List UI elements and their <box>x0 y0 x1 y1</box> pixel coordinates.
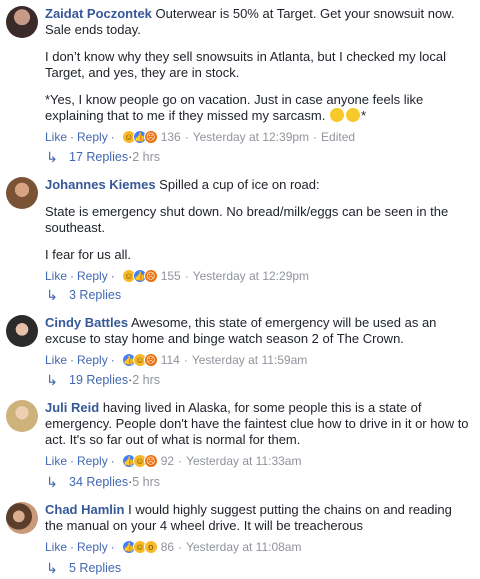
reply-arrow-icon: ↳ <box>46 560 58 576</box>
reaction-count[interactable]: 155 <box>161 269 181 283</box>
timestamp[interactable]: Yesterday at 12:39pm <box>193 130 309 144</box>
timestamp[interactable]: Yesterday at 12:29pm <box>193 269 309 283</box>
replies-time: 2 hrs <box>132 373 161 387</box>
like-button[interactable]: Like <box>45 130 67 144</box>
timestamp[interactable]: Yesterday at 11:59am <box>192 353 307 367</box>
view-replies-link[interactable]: 5 Replies <box>69 561 121 575</box>
timestamp[interactable]: Yesterday at 11:08am <box>186 540 301 554</box>
comment-actions: Like · Reply · ☺ 👍 ☹ 155 · Yesterday at … <box>45 269 310 283</box>
reactions[interactable]: ☺ 👍 ☹ <box>121 269 158 283</box>
reply-arrow-icon: ↳ <box>46 372 58 388</box>
comment-text: Chad Hamlin I would highly suggest putti… <box>45 502 452 533</box>
commenter-name[interactable]: Zaidat Poczontek <box>45 6 152 21</box>
comment-thread: Zaidat Poczontek Outerwear is 50% at Tar… <box>0 0 480 579</box>
replies-row[interactable]: ↳ 17 Replies · 2 hrs <box>45 150 160 164</box>
comment-text: Zaidat Poczontek Outerwear is 50% at Tar… <box>45 6 455 37</box>
comment-text: Juli Reid having lived in Alaska, for so… <box>45 400 469 447</box>
wow-icon: o <box>143 540 158 554</box>
replies-time: 2 hrs <box>132 150 161 164</box>
like-button[interactable]: Like <box>45 454 67 468</box>
angry-icon: ☹ <box>143 130 158 144</box>
like-button[interactable]: Like <box>45 540 67 554</box>
reactions[interactable]: 👍 ☺ ☹ <box>121 454 158 468</box>
replies-row[interactable]: ↳ 5 Replies <box>45 561 121 575</box>
replies-row[interactable]: ↳ 19 Replies · 2 hrs <box>45 373 160 387</box>
reply-button[interactable]: Reply <box>77 454 108 468</box>
comment-paragraph: State is emergency shut down. No bread/m… <box>45 204 449 235</box>
reply-button[interactable]: Reply <box>77 130 108 144</box>
timestamp[interactable]: Yesterday at 11:33am <box>186 454 301 468</box>
comment-paragraph: *Yes, I know people go on vacation. Just… <box>45 92 424 123</box>
reactions[interactable]: 👍 ☺ ☹ <box>121 353 158 367</box>
comment-actions: Like · Reply · 👍 ☺ ☹ 114 · Yesterday at … <box>45 353 308 367</box>
view-replies-link[interactable]: 17 Replies <box>69 150 128 164</box>
commenter-name[interactable]: Chad Hamlin <box>45 502 124 517</box>
avatar[interactable] <box>6 315 38 347</box>
reaction-count[interactable]: 136 <box>161 130 181 144</box>
like-button[interactable]: Like <box>45 353 67 367</box>
comment-text: Cindy Battles Awesome, this state of eme… <box>45 315 437 346</box>
replies-row[interactable]: ↳ 3 Replies <box>45 288 121 302</box>
reactions[interactable]: ☺ 👍 ☹ <box>121 130 158 144</box>
avatar[interactable] <box>6 502 38 534</box>
reaction-count[interactable]: 114 <box>161 353 180 367</box>
reply-arrow-icon: ↳ <box>46 287 58 303</box>
comment-paragraph: I don’t know why they sell snowsuits in … <box>45 49 447 80</box>
smirk-emoji-icon <box>329 108 344 122</box>
comment-paragraph: I fear for us all. <box>45 247 131 262</box>
edited-label[interactable]: Edited <box>321 130 355 144</box>
view-replies-link[interactable]: 19 Replies <box>69 373 128 387</box>
angry-icon: ☹ <box>143 454 158 468</box>
reaction-count[interactable]: 92 <box>161 454 174 468</box>
avatar[interactable] <box>6 6 38 38</box>
reaction-count[interactable]: 86 <box>161 540 174 554</box>
reactions[interactable]: 👍 ☺ o <box>121 540 158 554</box>
avatar[interactable] <box>6 177 38 209</box>
comment-actions: Like · Reply · 👍 ☺ ☹ 92 · Yesterday at 1… <box>45 454 302 468</box>
replies-row[interactable]: ↳ 34 Replies · 5 hrs <box>45 475 160 489</box>
reply-button[interactable]: Reply <box>77 353 108 367</box>
reply-arrow-icon: ↳ <box>46 474 58 490</box>
angry-icon: ☹ <box>143 353 158 367</box>
comment-actions: Like · Reply · ☺ 👍 ☹ 136 · Yesterday at … <box>45 130 356 144</box>
reply-button[interactable]: Reply <box>77 540 108 554</box>
reply-button[interactable]: Reply <box>77 269 108 283</box>
commenter-name[interactable]: Johannes Kiemes <box>45 177 156 192</box>
commenter-name[interactable]: Juli Reid <box>45 400 99 415</box>
commenter-name[interactable]: Cindy Battles <box>45 315 128 330</box>
comment-text: Johannes Kiemes Spilled a cup of ice on … <box>45 177 320 192</box>
laughing-emoji-icon <box>345 108 360 122</box>
view-replies-link[interactable]: 3 Replies <box>69 288 121 302</box>
like-button[interactable]: Like <box>45 269 67 283</box>
angry-icon: ☹ <box>143 269 158 283</box>
avatar[interactable] <box>6 400 38 432</box>
replies-time: 5 hrs <box>132 475 161 489</box>
view-replies-link[interactable]: 34 Replies <box>69 475 128 489</box>
reply-arrow-icon: ↳ <box>46 149 58 165</box>
comment-actions: Like · Reply · 👍 ☺ o 86 · Yesterday at 1… <box>45 540 302 554</box>
